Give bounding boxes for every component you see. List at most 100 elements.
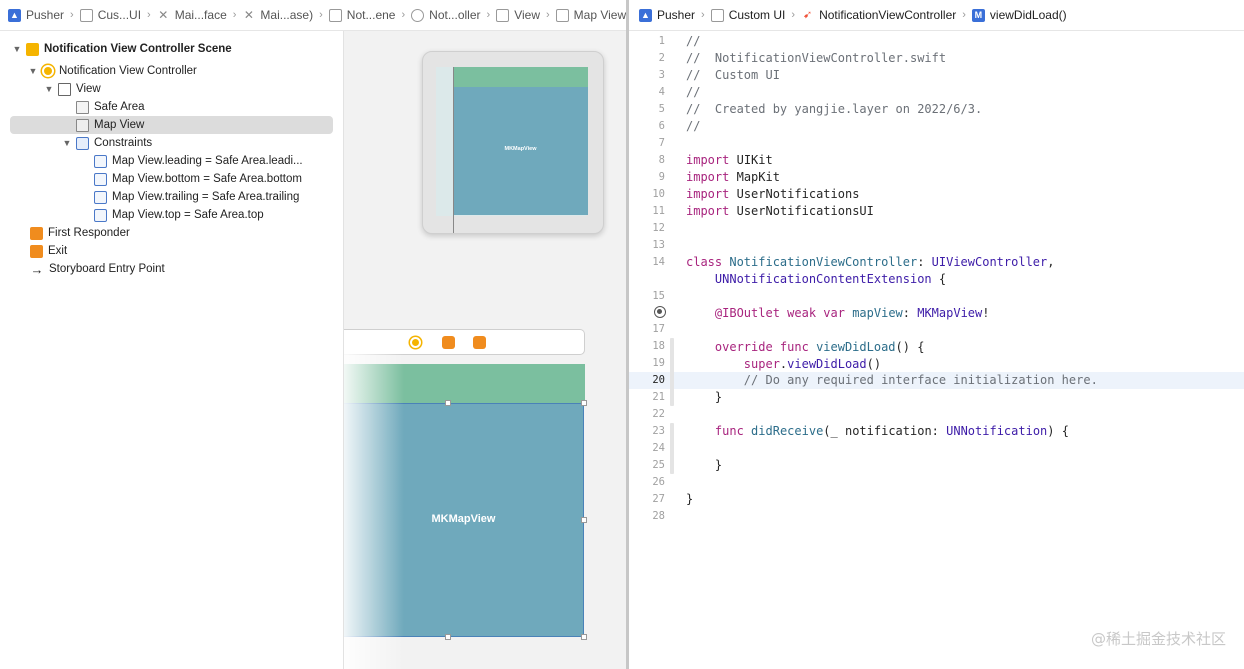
crumb-method[interactable]: MviewDidLoad() (971, 8, 1067, 22)
line-number: 25 (652, 459, 665, 471)
disclosure-down-icon[interactable]: ▼ (12, 44, 22, 54)
crumb-map-view[interactable]: Map View (555, 8, 626, 22)
crumb-maininterface-base[interactable]: ✕ Mai...ase) (242, 8, 313, 22)
outlet-connection-icon[interactable] (654, 306, 666, 318)
code-import-line: import MapKit (686, 170, 780, 184)
chevron-right-icon: › (791, 9, 796, 21)
outline-exit[interactable]: Exit (30, 242, 67, 260)
line-number: 8 (658, 154, 665, 166)
view-icon (58, 82, 71, 96)
code-comment: // Created by yangjie.layer on 2022/6/3. (686, 102, 983, 116)
view-controller-icon[interactable] (410, 337, 421, 348)
constraint-item[interactable]: Map View.leading = Safe Area.leadi... (80, 152, 303, 170)
line-number: 21 (652, 391, 665, 403)
disclosure-down-icon[interactable]: ▼ (44, 84, 54, 94)
minimap-preview[interactable]: MKMapView (422, 51, 604, 234)
crumb-maininterface[interactable]: ✕ Mai...face (157, 8, 227, 22)
resize-handle[interactable] (581, 634, 587, 640)
change-indicator (670, 423, 674, 474)
crumb-scene[interactable]: Not...ene (328, 8, 395, 22)
constraint-item[interactable]: Map View.top = Safe Area.top (80, 206, 264, 224)
line-number: 22 (652, 408, 665, 420)
disclosure-down-icon[interactable]: ▼ (62, 138, 72, 148)
exit-icon[interactable] (473, 336, 486, 349)
code-jump-bar: ▲ Pusher › Custom UI › ➹ NotificationViewC… (629, 0, 1244, 31)
line-number: 26 (652, 476, 665, 488)
storyboard-canvas[interactable]: MKMapView MKMapView (343, 31, 626, 669)
code-comment-current: // Do any required interface initializat… (743, 373, 1098, 387)
folder-icon (710, 8, 724, 22)
constraint-item[interactable]: Map View.bottom = Safe Area.bottom (80, 170, 302, 188)
crumb-custom-ui[interactable]: Cus...UI (79, 8, 141, 22)
storyboard-jump-bar: ▲ Pusher › Cus...UI › ✕ Mai...face › ✕ Mai.… (0, 0, 626, 31)
code-class-decl-cont: UNNotificationContentExtension { (714, 272, 947, 286)
outline-safe-area[interactable]: Safe Area (62, 98, 145, 116)
crumb-swift-file[interactable]: ➹ NotificationViewController (801, 8, 956, 22)
constraint-item[interactable]: Map View.trailing = Safe Area.trailing (80, 188, 299, 206)
first-responder-icon[interactable] (442, 336, 455, 349)
line-number: 1 (658, 35, 665, 47)
chevron-right-icon: › (319, 9, 323, 21)
code-comment: // (686, 119, 701, 133)
first-responder-icon (30, 226, 43, 240)
outline-scene[interactable]: ▼ Notification View Controller Scene (12, 40, 232, 58)
code-brace: } (686, 492, 694, 506)
crumb-view[interactable]: View (496, 8, 540, 22)
app-icon: ▲ (8, 8, 21, 22)
code-brace: } (714, 390, 723, 404)
code-super-call: super.viewDidLoad() (743, 357, 882, 371)
swift-icon: ➹ (802, 8, 813, 21)
line-number: 14 (652, 256, 665, 268)
watermark: @稀土掘金技术社区 (1090, 630, 1226, 648)
line-number: 4 (658, 86, 665, 98)
constraint-trailing-icon (94, 190, 107, 204)
crumb-pusher[interactable]: ▲ Pusher (639, 8, 695, 22)
code-func-decl: override func viewDidLoad() { (714, 340, 925, 354)
line-number: 13 (652, 239, 665, 251)
line-number: 17 (652, 323, 665, 335)
crumb-custom-ui[interactable]: Custom UI (710, 8, 785, 22)
resize-handle[interactable] (581, 517, 587, 523)
chevron-right-icon: › (401, 9, 406, 21)
scene-icon (26, 42, 39, 56)
xib-icon: ✕ (158, 7, 169, 22)
code-editor[interactable]: 1 2 3 4 5 6 7 8 9 10 11 12 13 14 15 17 1… (629, 31, 1244, 669)
constraint-leading-icon (94, 154, 107, 168)
line-number: 6 (658, 120, 665, 132)
resize-handle[interactable] (445, 634, 451, 640)
code-outlet: @IBOutlet weak var mapView: MKMapView! (714, 306, 990, 320)
chevron-right-icon: › (147, 9, 151, 21)
view-controller-icon (411, 8, 425, 22)
outline-controller[interactable]: ▼ Notification View Controller (28, 62, 197, 80)
chevron-right-icon: › (962, 9, 966, 21)
change-indicator (670, 338, 674, 406)
line-number: 15 (652, 290, 665, 302)
outline-first-responder[interactable]: First Responder (30, 224, 130, 242)
outline-entry-point[interactable]: → Storyboard Entry Point (30, 260, 165, 278)
chevron-right-icon: › (232, 9, 237, 21)
code-brace: } (714, 458, 723, 472)
arrow-right-icon: → (30, 261, 44, 277)
view-icon (496, 8, 510, 22)
code-comment: // (686, 34, 701, 48)
map-view-icon (555, 8, 569, 22)
code-comment: // Custom UI (686, 68, 780, 82)
line-number: 12 (652, 222, 665, 234)
resize-handle[interactable] (581, 400, 587, 406)
line-number: 19 (652, 357, 665, 369)
line-number: 7 (658, 137, 665, 149)
crumb-pusher[interactable]: ▲ Pusher (8, 8, 64, 22)
resize-handle[interactable] (445, 400, 451, 406)
line-number: 28 (652, 510, 665, 522)
outline-constraints[interactable]: ▼ Constraints (62, 134, 152, 152)
constraints-icon (76, 136, 89, 150)
disclosure-down-icon[interactable]: ▼ (28, 66, 38, 76)
exit-icon (30, 244, 43, 258)
map-view-icon (76, 118, 89, 132)
method-icon: M (971, 8, 985, 22)
line-number: 23 (652, 425, 665, 437)
outline-view[interactable]: ▼ View (44, 80, 101, 98)
crumb-controller[interactable]: Not...oller (411, 8, 481, 22)
view-controller-icon (42, 65, 54, 77)
outline-map-view[interactable]: Map View (10, 116, 333, 134)
